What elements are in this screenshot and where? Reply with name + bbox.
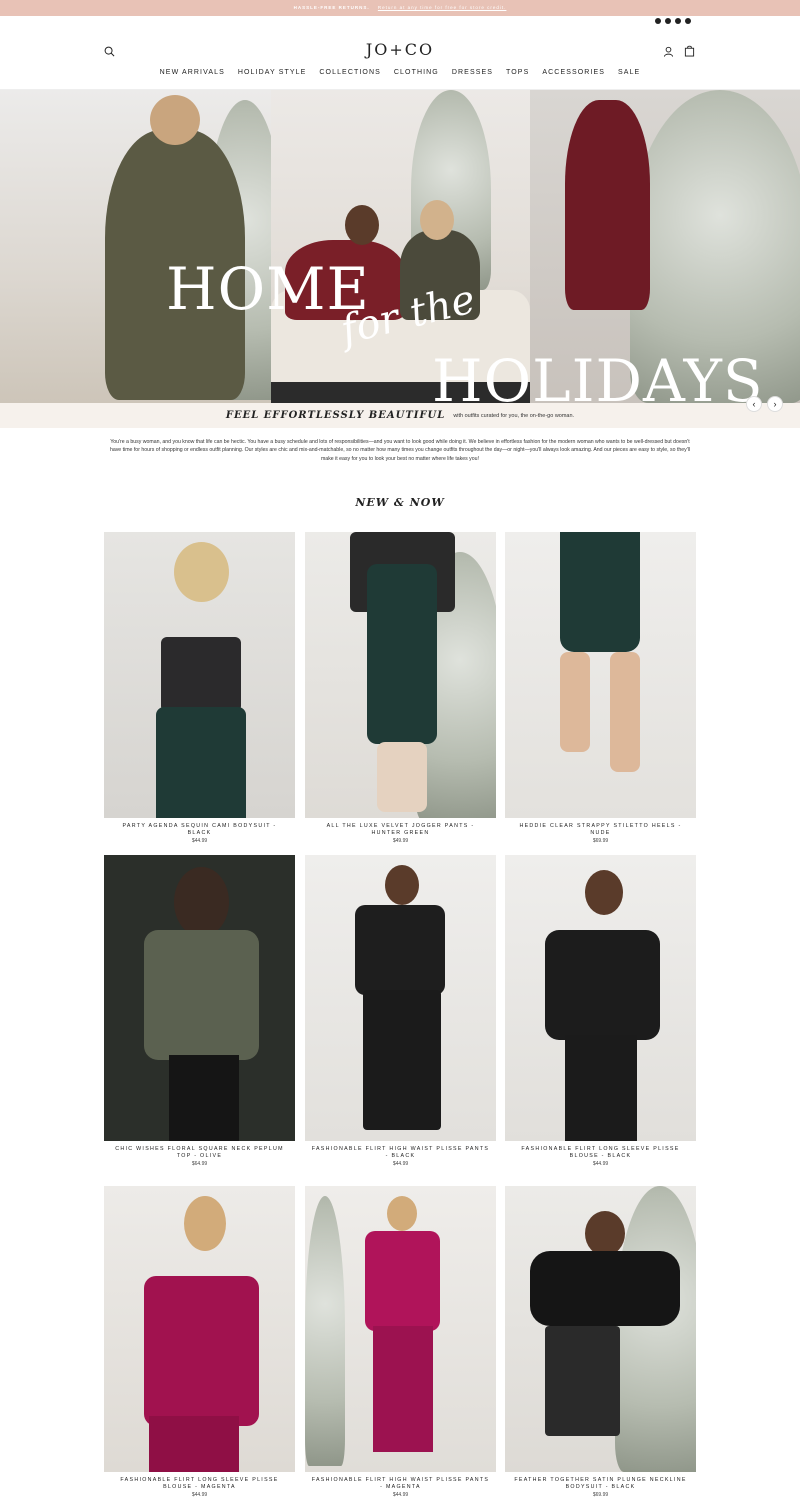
announcement-bold: HASSLE-FREE RETURNS. [293,5,370,10]
hero-banner[interactable]: HOME for the HOLIDAYS [0,90,800,403]
product-price: $44.99 [392,1161,409,1167]
hero-title-holidays: HOLIDAYS [432,347,764,403]
nav-item-holiday-style[interactable]: HOLIDAY STYLE [238,69,307,76]
announcement-bar: HASSLE-FREE RETURNS. Return at any time … [0,0,800,16]
product-card[interactable]: CHIC WISHES FLORAL SQUARE NECK PEPLUM TO… [104,855,295,1167]
tiktok-icon[interactable] [685,18,691,24]
product-image[interactable] [104,532,295,818]
tagline-main: FEEL EFFORTLESSLY BEAUTIFUL [225,410,446,421]
main-nav: NEW ARRIVALS HOLIDAY STYLE COLLECTIONS C… [0,69,800,76]
bag-icon[interactable] [684,45,695,57]
carousel-prev-button[interactable]: ‹ [746,396,762,412]
product-image[interactable] [505,532,696,818]
model-head [150,95,200,145]
product-card[interactable]: ALL THE LUXE VELVET JOGGER PANTS - HUNTE… [305,532,496,844]
facebook-icon[interactable] [665,18,671,24]
product-price: $44.99 [592,1161,609,1167]
product-card[interactable]: FEATHER TOGETHER SATIN PLUNGE NECKLINE B… [505,1186,696,1498]
product-name[interactable]: ALL THE LUXE VELVET JOGGER PANTS - HUNTE… [305,823,496,837]
nav-item-new-arrivals[interactable]: NEW ARRIVALS [160,69,225,76]
product-name[interactable]: HEDDIE CLEAR STRAPPY STILETTO HEELS - NU… [505,823,696,837]
search-icon[interactable] [104,46,115,57]
model-head [420,200,454,240]
nav-item-sale[interactable]: SALE [618,69,640,76]
product-name[interactable]: CHIC WISHES FLORAL SQUARE NECK PEPLUM TO… [104,1146,295,1160]
tagline-sub: with outfits curated for you, the on-the… [453,412,575,419]
nav-item-tops[interactable]: TOPS [506,69,529,76]
tagline-bar: FEEL EFFORTLESSLY BEAUTIFUL with outfits… [0,403,800,428]
nav-item-accessories[interactable]: ACCESSORIES [542,69,605,76]
product-image[interactable] [505,855,696,1141]
logo[interactable]: JO+CO [340,40,460,59]
pinterest-icon[interactable] [675,18,681,24]
product-price: $44.99 [392,1492,409,1498]
product-price: $69.99 [592,838,609,844]
product-card[interactable]: FASHIONABLE FLIRT HIGH WAIST PLISSE PANT… [305,855,496,1167]
product-image[interactable] [104,1186,295,1472]
product-card[interactable]: FASHIONABLE FLIRT LONG SLEEVE PLISSE BLO… [505,855,696,1167]
product-price: $69.99 [592,1492,609,1498]
product-price: $44.99 [191,1492,208,1498]
product-name[interactable]: FASHIONABLE FLIRT HIGH WAIST PLISSE PANT… [305,1477,496,1491]
product-name[interactable]: FASHIONABLE FLIRT HIGH WAIST PLISSE PANT… [305,1146,496,1160]
product-name[interactable]: FASHIONABLE FLIRT LONG SLEEVE PLISSE BLO… [104,1477,295,1491]
announcement-link[interactable]: Return at any time for free for store cr… [378,5,507,10]
product-card[interactable]: PARTY AGENDA SEQUIN CAMI BODYSUIT - BLAC… [104,532,295,844]
product-price: $44.99 [191,838,208,844]
product-image[interactable] [305,855,496,1141]
carousel-next-button[interactable]: › [767,396,783,412]
hero-photo-left [0,90,285,403]
product-card[interactable]: FASHIONABLE FLIRT HIGH WAIST PLISSE PANT… [305,1186,496,1498]
instagram-icon[interactable] [655,18,661,24]
product-name[interactable]: FEATHER TOGETHER SATIN PLUNGE NECKLINE B… [505,1477,696,1491]
nav-item-clothing[interactable]: CLOTHING [394,69,439,76]
product-card[interactable]: FASHIONABLE FLIRT LONG SLEEVE PLISSE BLO… [104,1186,295,1498]
social-icons [655,18,691,24]
model-red-dress [565,100,650,310]
intro-paragraph: You're a busy woman, and you know that l… [109,439,691,462]
product-name[interactable]: FASHIONABLE FLIRT LONG SLEEVE PLISSE BLO… [505,1146,696,1160]
product-image[interactable] [305,532,496,818]
site-header: JO+CO NEW ARRIVALS HOLIDAY STYLE COLLECT… [0,36,800,90]
product-card[interactable]: HEDDIE CLEAR STRAPPY STILETTO HEELS - NU… [505,532,696,844]
product-image[interactable] [305,1186,496,1472]
user-icon[interactable] [663,46,674,57]
nav-item-collections[interactable]: COLLECTIONS [319,69,381,76]
section-title: NEW & NOW [355,496,445,509]
product-price: $64.99 [191,1161,208,1167]
product-price: $49.99 [392,838,409,844]
nav-item-dresses[interactable]: DRESSES [452,69,493,76]
model-head [345,205,379,245]
product-image[interactable] [505,1186,696,1472]
product-image[interactable] [104,855,295,1141]
product-name[interactable]: PARTY AGENDA SEQUIN CAMI BODYSUIT - BLAC… [104,823,295,837]
